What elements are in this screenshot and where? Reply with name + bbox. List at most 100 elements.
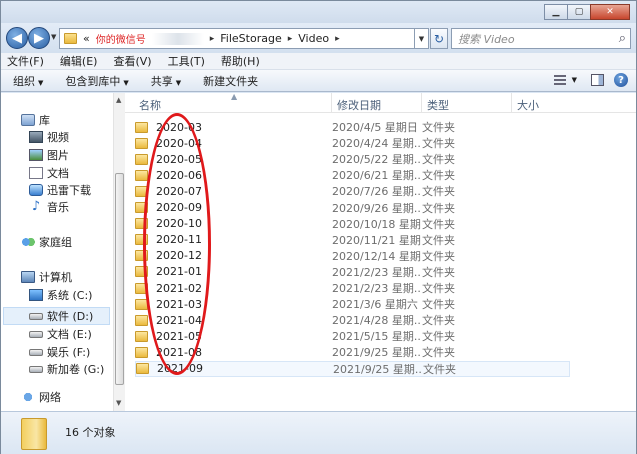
table-row[interactable]: 2020-12 2020/12/14 星期... 文件夹 (135, 248, 570, 264)
breadcrumb-video[interactable]: Video (298, 32, 329, 45)
minimize-icon[interactable]: ▁ (544, 4, 568, 20)
menu-file[interactable]: 文件(F) (7, 53, 44, 69)
column-date-modified[interactable]: 修改日期 (337, 97, 381, 113)
breadcrumb-separator-icon[interactable]: ▸ (288, 34, 293, 44)
refresh-icon[interactable]: ↻ (430, 28, 448, 49)
scrollbar-thumb[interactable] (115, 173, 124, 385)
file-date-modified: 2020/4/5 星期日 ... (332, 121, 422, 134)
breadcrumb-overflow[interactable]: « (83, 32, 90, 45)
organize-button[interactable]: 组织 ▼ (13, 73, 43, 89)
column-divider[interactable] (511, 93, 512, 113)
preview-pane-icon[interactable] (591, 74, 604, 86)
file-name: 2020-12 (156, 249, 202, 263)
new-folder-button[interactable]: 新建文件夹 (203, 73, 258, 89)
folder-icon (135, 202, 148, 213)
nav-drive-d[interactable]: 软件 (D:) (29, 308, 93, 324)
file-name: 2020-06 (156, 168, 202, 182)
scroll-up-icon[interactable]: ▲ (116, 96, 121, 104)
nav-scrollbar[interactable]: ▲ ▼ (113, 93, 125, 411)
nav-library[interactable]: 库 (21, 112, 50, 128)
search-input[interactable]: 搜索 Video ⌕ (451, 28, 631, 49)
breadcrumb-separator-icon[interactable]: ▸ (210, 34, 215, 44)
maximize-icon[interactable]: ▢ (567, 4, 591, 20)
file-date-modified: 2021/3/6 星期六 ... (332, 298, 422, 312)
column-type[interactable]: 类型 (427, 97, 449, 113)
table-row[interactable]: 2021-08 2021/9/25 星期... 文件夹 (135, 344, 570, 360)
nav-videos[interactable]: 视频 (29, 129, 69, 145)
file-type: 文件夹 (422, 330, 455, 344)
nav-drive-g-label: 新加卷 (G:) (47, 363, 105, 376)
folder-icon (135, 169, 148, 181)
breadcrumb-wechat-id[interactable]: 你的微信号 (96, 31, 146, 46)
include-in-library-label: 包含到库中 (65, 74, 121, 88)
table-row[interactable]: 2021-02 2021/2/23 星期... 文件夹 (135, 280, 570, 296)
include-in-library-button[interactable]: 包含到库中 ▼ (65, 73, 128, 89)
address-bar[interactable]: « 你的微信号 ▸ FileStorage ▸ Video ▸ (59, 28, 415, 49)
nav-drive-e[interactable]: 文档 (E:) (29, 326, 92, 342)
table-row[interactable]: 2020-07 2020/7/26 星期... 文件夹 (135, 183, 570, 199)
forward-button[interactable]: ▶ (28, 27, 50, 49)
view-list-icon[interactable] (553, 75, 566, 85)
nav-drive-g[interactable]: 新加卷 (G:) (29, 361, 104, 377)
table-row[interactable]: 2021-09 2021/9/25 星期... 文件夹 (135, 360, 570, 377)
menu-help[interactable]: 帮助(H) (221, 53, 260, 69)
nav-pictures[interactable]: 图片 (29, 147, 69, 163)
help-icon[interactable]: ? (614, 73, 628, 87)
menu-tools[interactable]: 工具(T) (168, 53, 205, 69)
nav-videos-label: 视频 (47, 131, 69, 144)
library-icon (21, 114, 35, 126)
folder-icon (135, 185, 148, 197)
breadcrumb-separator-icon[interactable]: ▸ (335, 34, 340, 44)
nav-computer[interactable]: 计算机 (21, 269, 72, 285)
back-button[interactable]: ◀ (6, 27, 28, 49)
nav-network[interactable]: 网络 (21, 389, 61, 405)
table-row[interactable]: 2020-04 2020/4/24 星期... 文件夹 (135, 135, 570, 151)
table-row[interactable]: 2020-10 2020/10/18 星期... 文件夹 (135, 216, 570, 232)
nav-documents[interactable]: 文档 (29, 165, 69, 181)
nav-homegroup[interactable]: 家庭组 (21, 234, 72, 250)
table-row[interactable]: 2020-05 2020/5/22 星期... 文件夹 (135, 151, 570, 167)
file-date-modified: 2020/10/18 星期... (332, 217, 422, 231)
table-row[interactable]: 2020-06 2020/6/21 星期... 文件夹 (135, 167, 570, 183)
view-options-chevron-icon[interactable]: ▼ (572, 76, 577, 84)
nav-music[interactable]: ♪ 音乐 (29, 199, 69, 215)
folder-icon (135, 266, 148, 278)
column-divider[interactable] (421, 93, 422, 113)
close-icon[interactable]: ✕ (590, 4, 630, 20)
table-row[interactable]: 2021-05 2021/5/15 星期... 文件夹 (135, 328, 570, 344)
nav-drive-f[interactable]: 娱乐 (F:) (29, 344, 90, 360)
explorer-window: ▁ ▢ ✕ ◀ ▶ ▼ « 你的微信号 ▸ FileStorage ▸ Vide… (0, 0, 637, 454)
menu-edit[interactable]: 编辑(E) (60, 53, 98, 69)
nav-drive-c[interactable]: 系统 (C:) (29, 287, 92, 303)
scroll-down-icon[interactable]: ▼ (116, 399, 121, 407)
file-type: 文件夹 (422, 314, 455, 328)
table-row[interactable]: 2021-04 2021/4/28 星期... 文件夹 (135, 312, 570, 328)
column-divider[interactable] (331, 93, 332, 113)
file-type: 文件夹 (422, 346, 455, 360)
menu-view[interactable]: 查看(V) (113, 53, 151, 69)
document-library-icon (29, 167, 43, 179)
share-button[interactable]: 共享 ▼ (151, 73, 181, 89)
address-dropdown-icon[interactable]: ▼ (415, 28, 429, 49)
file-type: 文件夹 (422, 298, 455, 312)
search-icon[interactable]: ⌕ (619, 31, 626, 46)
folder-icon (135, 250, 148, 262)
column-name[interactable]: 名称 (139, 97, 161, 113)
table-row[interactable]: 2020-11 2020/11/21 星期... 文件夹 (135, 232, 570, 248)
file-date-modified: 2020/11/21 星期... (332, 233, 422, 247)
breadcrumb-filestorage[interactable]: FileStorage (220, 32, 281, 45)
file-name: 2020-05 (156, 152, 202, 166)
nav-xunlei-downloads[interactable]: 迅雷下载 (29, 182, 91, 198)
column-size[interactable]: 大小 (517, 97, 539, 113)
recent-pages-chevron-icon[interactable]: ▼ (51, 33, 56, 41)
nav-drive-f-label: 娱乐 (F:) (47, 346, 91, 359)
picture-library-icon (29, 149, 43, 161)
table-row[interactable]: 2021-01 2021/2/23 星期... 文件夹 (135, 264, 570, 280)
item-count: 16 个对象 (65, 426, 116, 439)
table-row[interactable]: 2020-09 2020/9/26 星期... 文件夹 (135, 200, 570, 216)
file-name: 2021-08 (156, 345, 202, 359)
table-row[interactable]: 2021-03 2021/3/6 星期六 ... 文件夹 (135, 296, 570, 312)
folder-icon (135, 298, 148, 310)
command-bar: 组织 ▼ 包含到库中 ▼ 共享 ▼ 新建文件夹 ▼ ? (1, 70, 636, 92)
table-row[interactable]: 2020-03 2020/4/5 星期日 ... 文件夹 (135, 119, 570, 135)
